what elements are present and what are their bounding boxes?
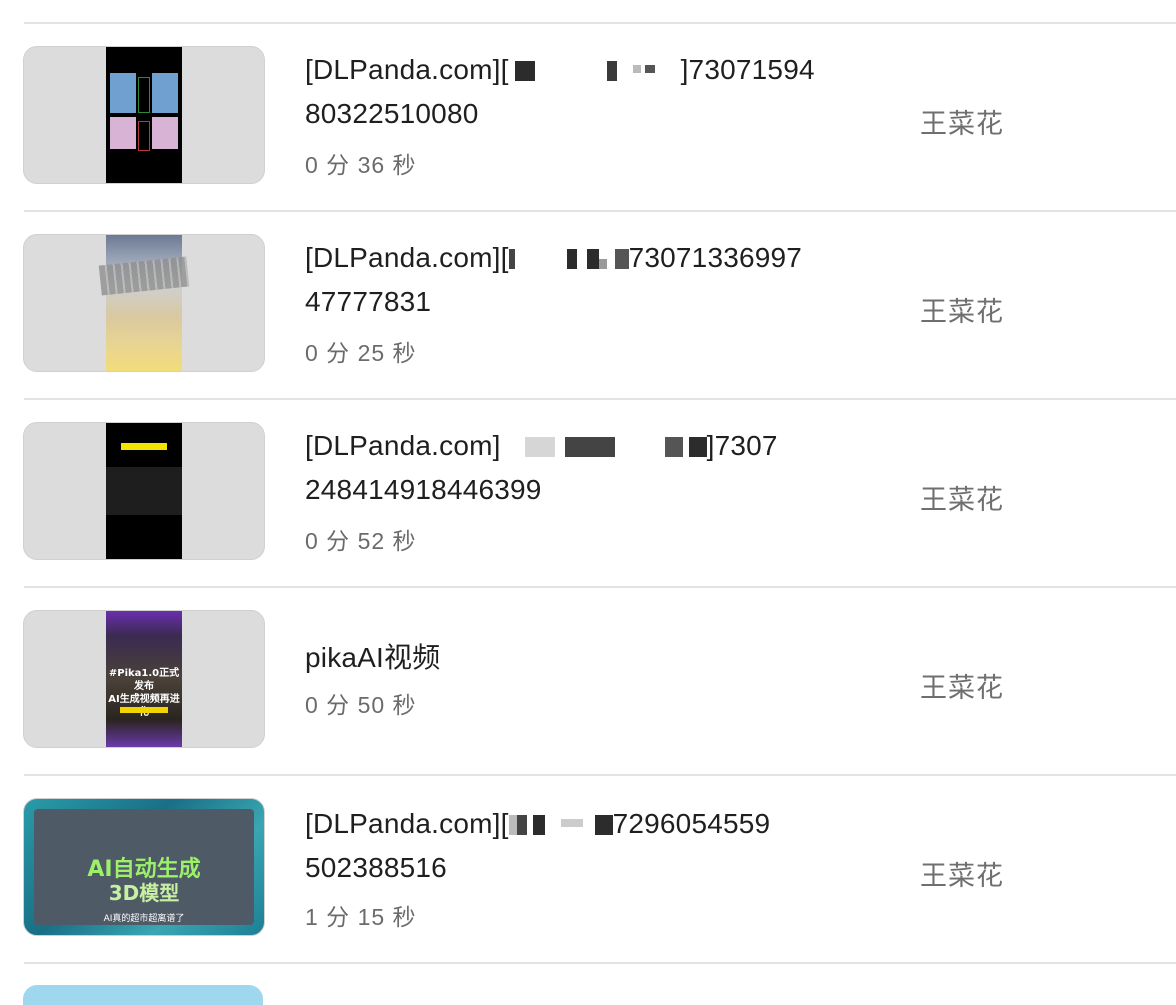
author-name: 王菜花 — [920, 485, 1004, 515]
author-name: 王菜花 — [920, 673, 1004, 703]
author-name: 王菜花 — [920, 297, 1004, 327]
list-item[interactable]: [DLPanda.com][73071336997 47777831 0 分 2… — [0, 210, 1176, 398]
thumbnail-text: #Pika1.0正式发布 — [108, 668, 180, 692]
video-thumbnail[interactable]: AI自动生成 3D模型 AI真的超市超离谱了 — [23, 798, 265, 936]
video-title[interactable]: [DLPanda.com][73071336997 47777831 — [305, 236, 845, 324]
video-title[interactable]: [DLPanda.com]]7307 248414918446399 — [305, 424, 845, 512]
video-thumbnail[interactable]: #Pika1.0正式发布 AI生成视频再进化 — [23, 610, 265, 748]
video-duration: 0 分 50 秒 — [305, 692, 417, 718]
video-title[interactable]: [DLPanda.com][7296054559 502388516 — [305, 802, 845, 890]
thumbnail-caption: AI真的超市超离谱了 — [103, 914, 185, 924]
thumbnail-image — [106, 423, 182, 559]
video-duration: 0 分 36 秒 — [305, 152, 417, 178]
thumbnail-image — [106, 47, 182, 183]
video-duration: 1 分 15 秒 — [305, 904, 417, 930]
author-name: 王菜花 — [920, 109, 1004, 139]
thumbnail-text: 3D模型 — [108, 881, 180, 905]
thumbnail-text: AI生成视频再进化 — [108, 694, 180, 718]
video-title[interactable]: [DLPanda.com][]73071594 80322510080 — [305, 48, 845, 136]
author-name: 王菜花 — [920, 861, 1004, 891]
video-duration: 0 分 52 秒 — [305, 528, 417, 554]
thumbnail-image — [98, 235, 190, 371]
list-item[interactable]: [DLPanda.com][]73071594 80322510080 0 分 … — [0, 22, 1176, 210]
list-item[interactable]: #Pika1.0正式发布 AI生成视频再进化 pikaAI视频 0 分 50 秒… — [0, 586, 1176, 774]
thumbnail-text: AI自动生成 — [87, 857, 201, 882]
video-thumbnail[interactable] — [23, 46, 265, 184]
video-duration: 0 分 25 秒 — [305, 340, 417, 366]
video-title[interactable]: pikaAI视频 — [305, 636, 845, 680]
video-thumbnail[interactable] — [23, 422, 265, 560]
video-thumbnail[interactable] — [23, 985, 263, 1005]
list-item[interactable]: AI自动生成 3D模型 AI真的超市超离谱了 [DLPanda.com][729… — [0, 774, 1176, 962]
thumbnail-image: AI自动生成 3D模型 AI真的超市超离谱了 — [34, 809, 254, 925]
list-divider — [24, 962, 1176, 964]
video-thumbnail[interactable] — [23, 234, 265, 372]
list-item[interactable]: [DLPanda.com]]7307 248414918446399 0 分 5… — [0, 398, 1176, 586]
thumbnail-image: #Pika1.0正式发布 AI生成视频再进化 — [106, 611, 182, 747]
